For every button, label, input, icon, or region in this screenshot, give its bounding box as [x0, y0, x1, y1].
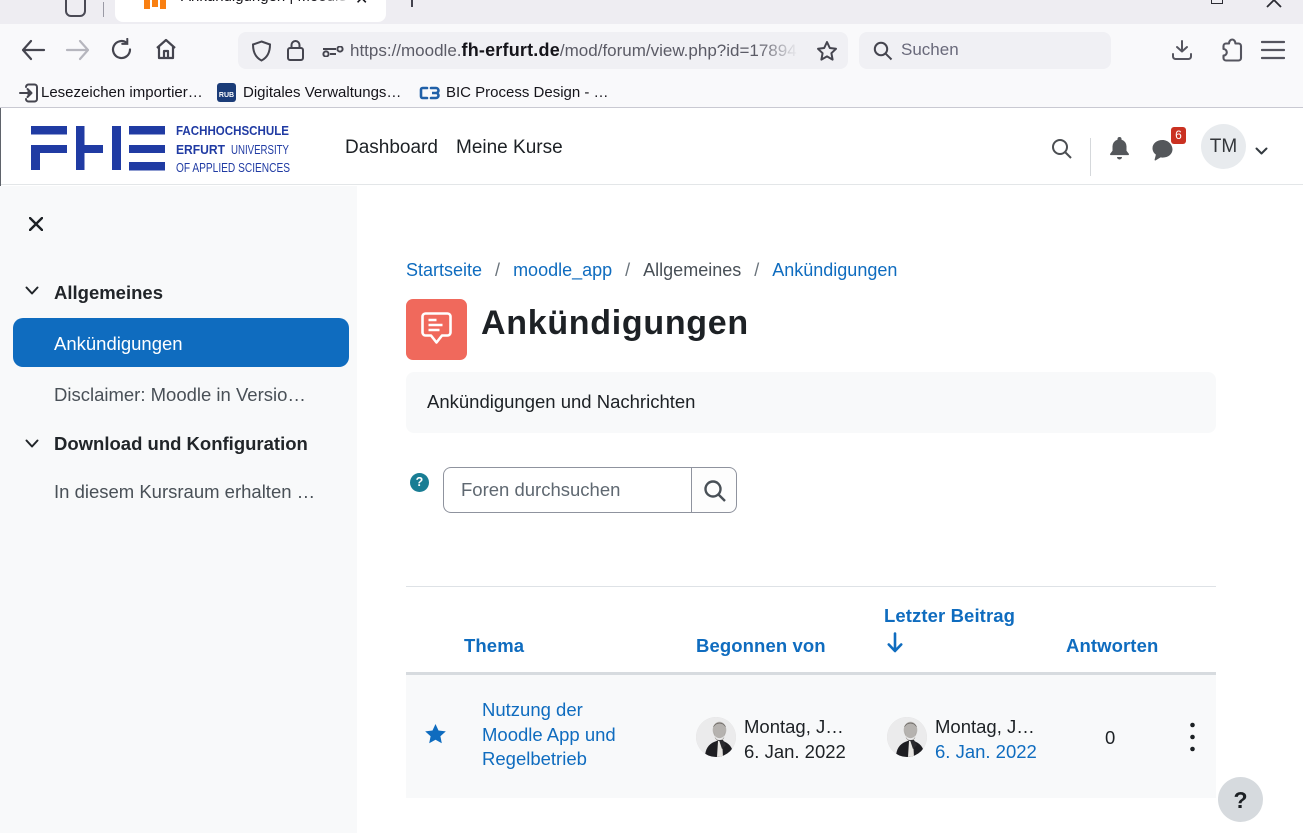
svg-text:FACHHOCHSCHULE: FACHHOCHSCHULE — [176, 126, 289, 138]
svg-text:OF APPLIED SCIENCES: OF APPLIED SCIENCES — [176, 160, 290, 175]
svg-text:ERFURT: ERFURT — [176, 142, 225, 157]
svg-text:UNIVERSITY: UNIVERSITY — [231, 142, 289, 157]
